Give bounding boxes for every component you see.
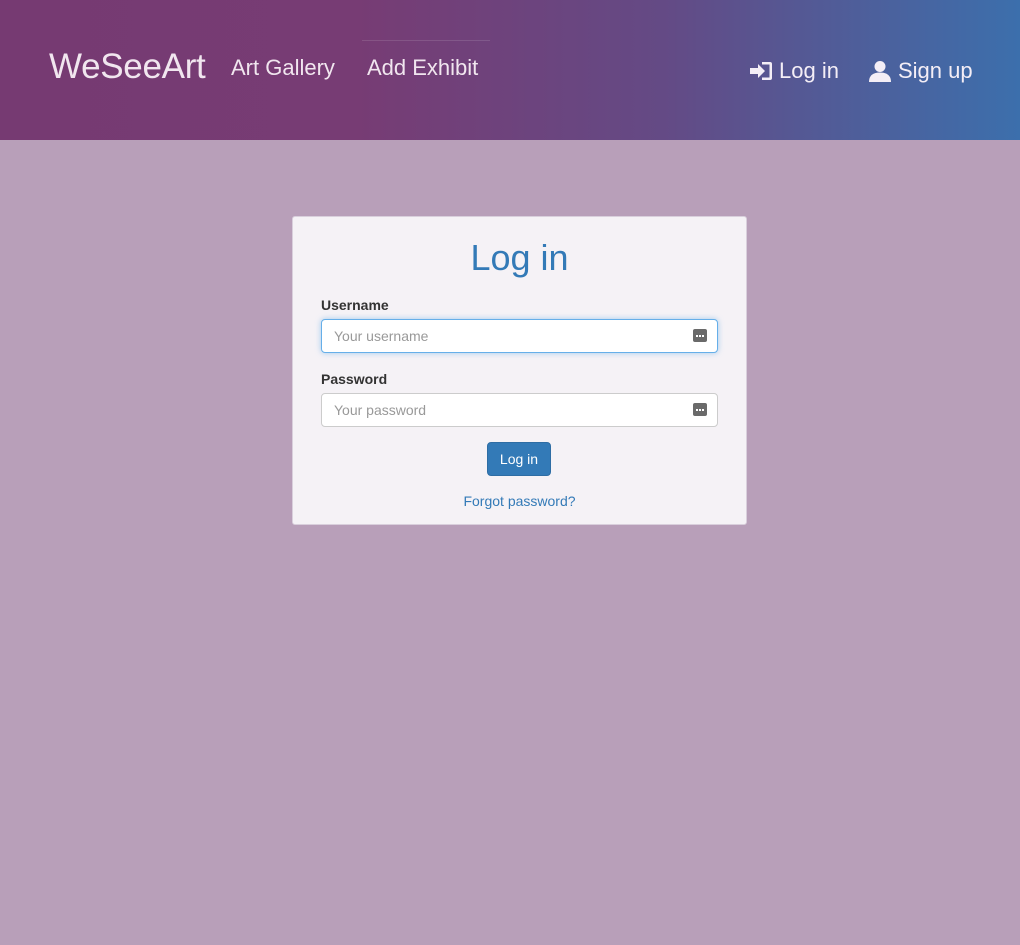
nav-signup-label: Sign up: [898, 58, 973, 83]
forgot-password-link[interactable]: Forgot password?: [293, 493, 746, 509]
password-input[interactable]: [321, 393, 718, 427]
login-submit-button[interactable]: Log in: [487, 442, 551, 476]
nav-signup-link[interactable]: Sign up: [868, 58, 973, 84]
brand-logo[interactable]: WeSeeArt: [49, 47, 206, 87]
login-title: Log in: [470, 237, 569, 278]
nav-link-art-gallery[interactable]: Art Gallery: [231, 55, 335, 81]
sign-in-icon: [750, 62, 772, 80]
password-manager-icon[interactable]: [693, 329, 707, 342]
username-input[interactable]: [321, 319, 718, 353]
password-manager-icon[interactable]: [693, 403, 707, 416]
login-panel: Log in Username Password Log in Forgot p…: [292, 216, 747, 525]
password-field-wrapper: [321, 393, 718, 427]
username-label: Username: [321, 297, 389, 313]
user-icon: [869, 61, 891, 82]
nav-login-link[interactable]: Log in: [749, 58, 839, 84]
nav-link-add-exhibit[interactable]: Add Exhibit: [367, 55, 478, 81]
nav-login-label: Log in: [779, 58, 839, 83]
username-field-wrapper: [321, 319, 718, 353]
nav-divider: [362, 40, 490, 41]
top-navbar: WeSeeArt Art Gallery Add Exhibit Log in …: [0, 0, 1020, 140]
password-label: Password: [321, 371, 388, 387]
